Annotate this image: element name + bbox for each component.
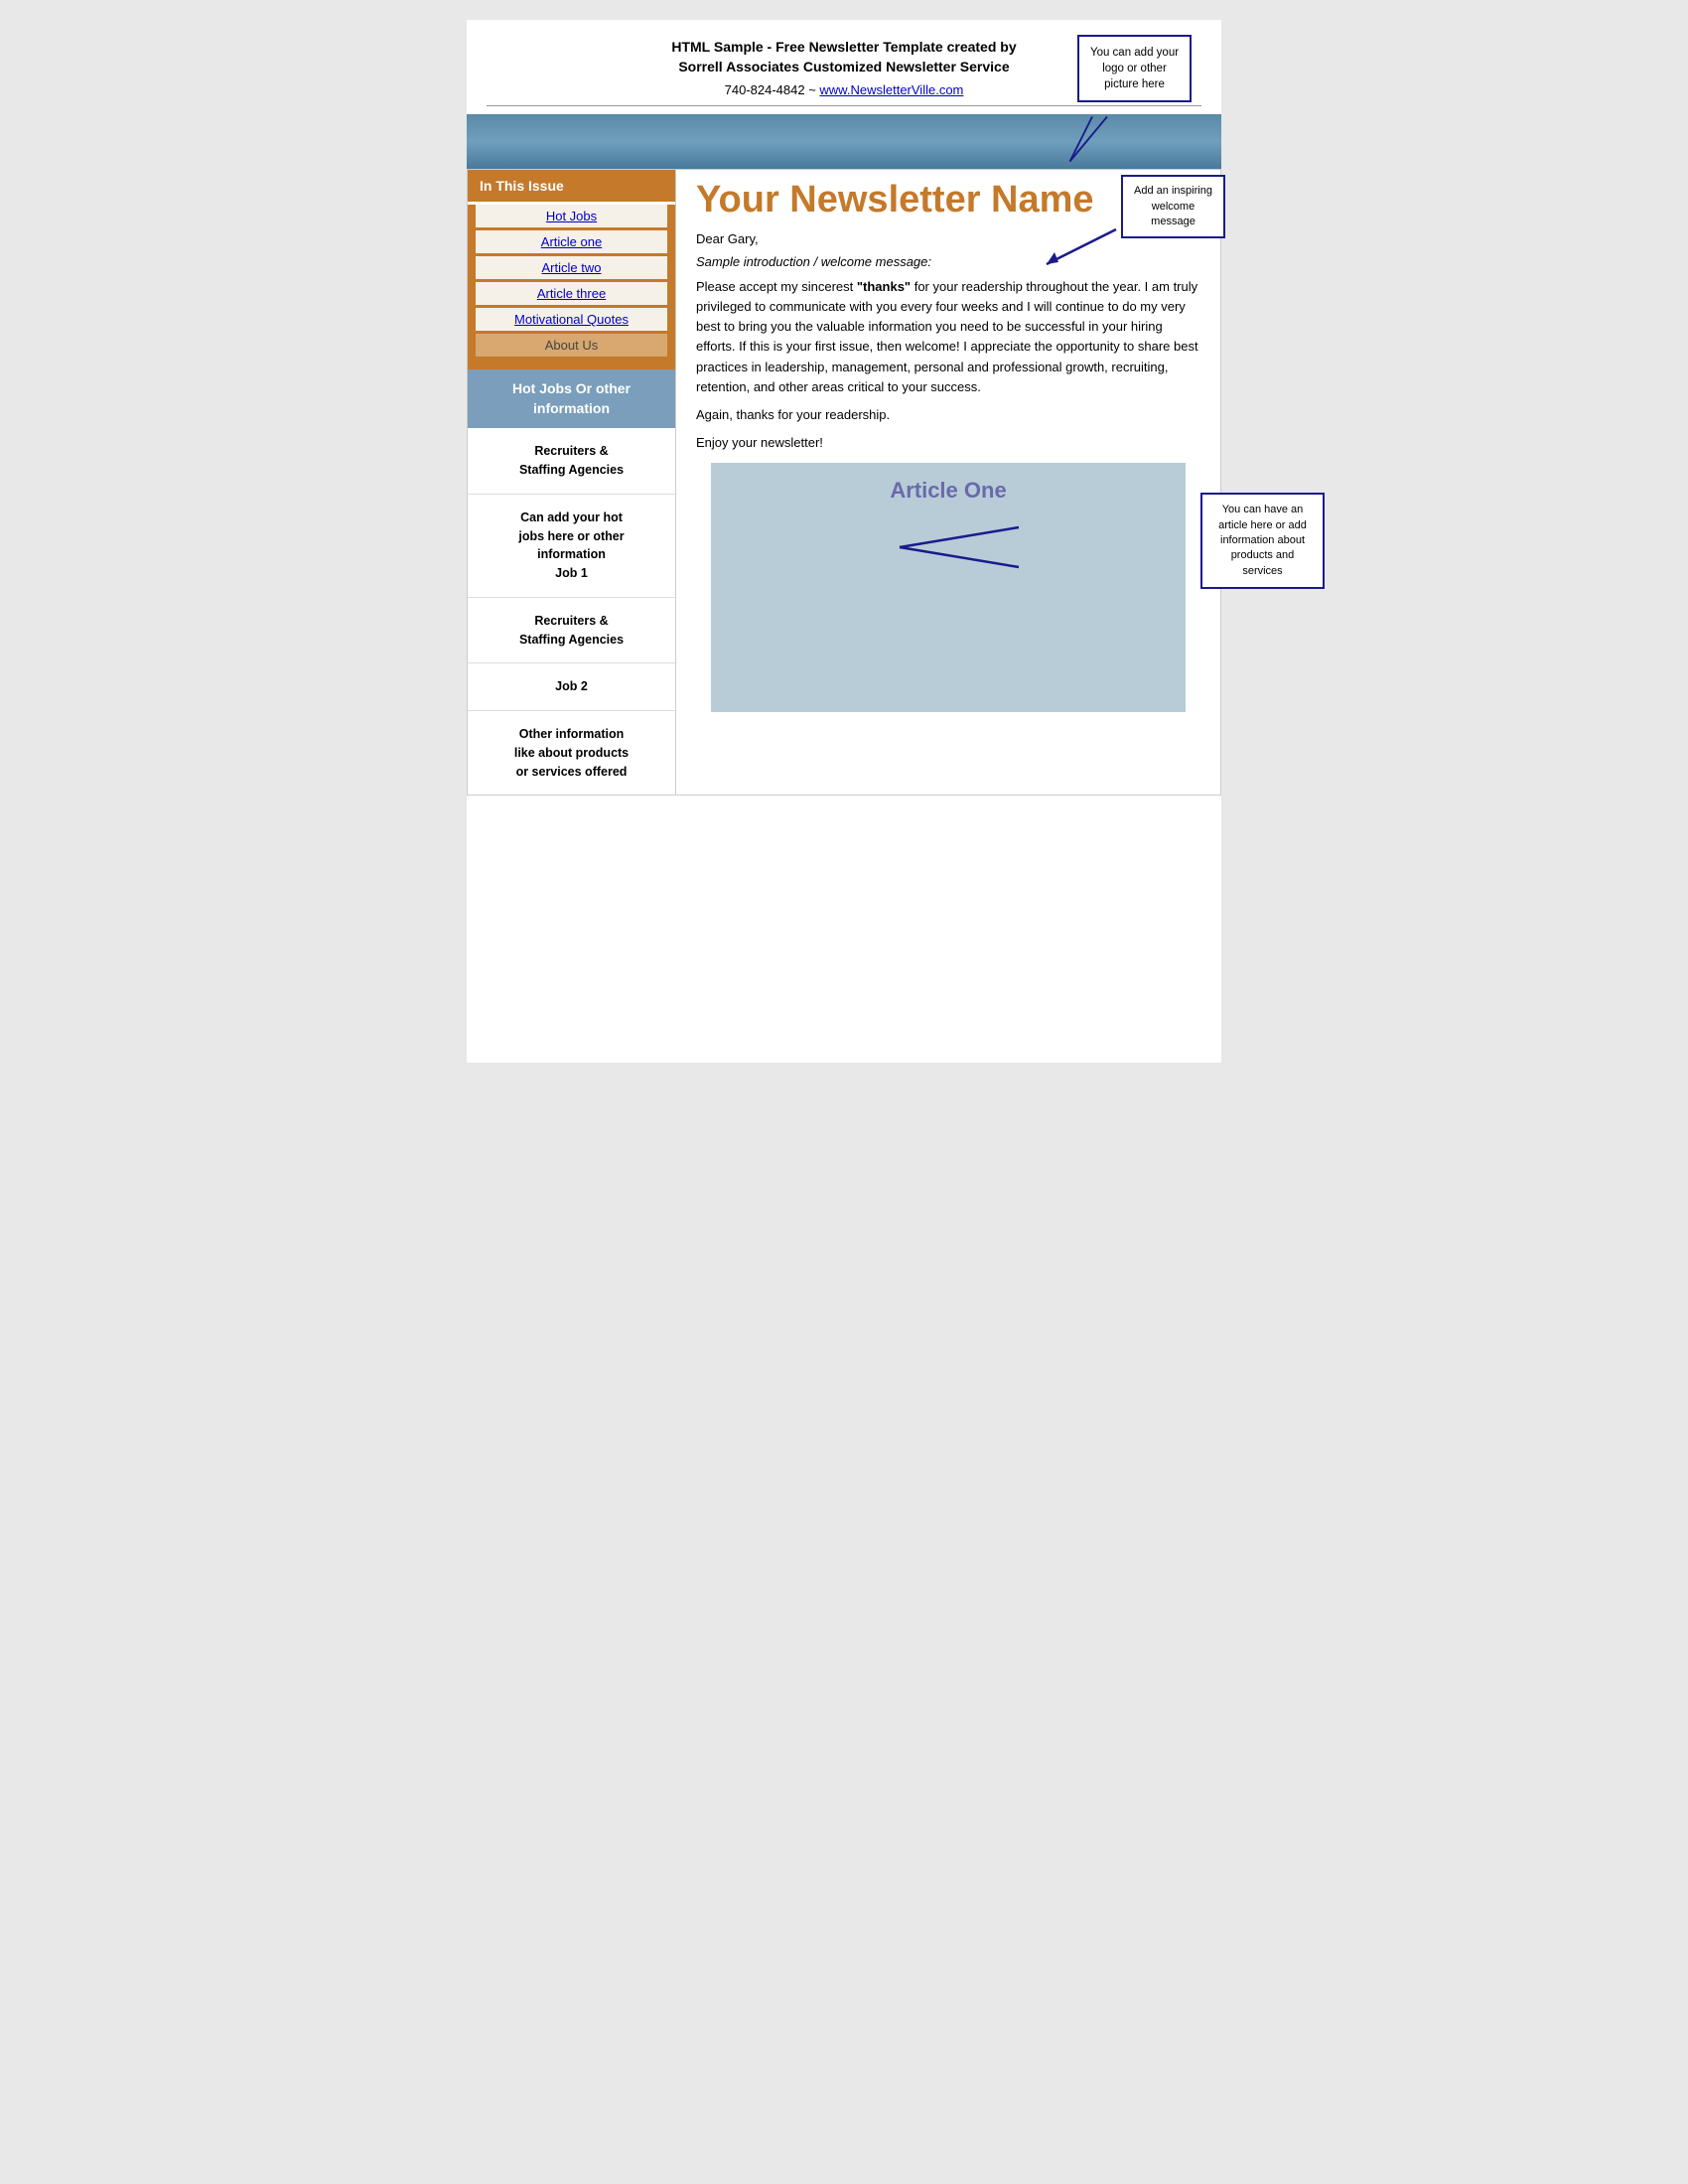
body-paragraph-3: Enjoy your newsletter! (696, 433, 1200, 453)
article-one-title: Article One (726, 478, 1171, 504)
article-info-box-text: You can have an article here or add info… (1218, 504, 1307, 577)
welcome-annotation-box: Add an inspiring welcome message (1121, 175, 1225, 238)
body-p1-before: Please accept my sincerest (696, 279, 857, 294)
header-area: HTML Sample - Free Newsletter Template c… (467, 20, 1221, 114)
logo-box-text: You can add your logo or other picture h… (1090, 47, 1179, 90)
sidebar-in-this-issue-heading: In This Issue (468, 170, 675, 202)
body-p1-bold: "thanks" (857, 279, 911, 294)
intro-area: Dear Gary, Sample introduction / welcome… (676, 226, 1220, 737)
article-one-section: Article One You can have an article here… (711, 463, 1186, 712)
main-content: In This Issue Hot Jobs Article one Artic… (467, 169, 1221, 796)
sidebar-item-article-three[interactable]: Article three (476, 282, 667, 305)
sidebar-recruiters-2: Recruiters &Staffing Agencies (468, 598, 675, 664)
sidebar: In This Issue Hot Jobs Article one Artic… (468, 170, 676, 795)
sidebar-recruiters-2-text: Recruiters &Staffing Agencies (478, 612, 665, 650)
sidebar-nav: Hot Jobs Article one Article two Article… (468, 205, 675, 369)
sidebar-item-about-us[interactable]: About Us (476, 334, 667, 357)
sidebar-hot-jobs-info-text: Can add your hotjobs here or otherinform… (478, 509, 665, 583)
sidebar-item-article-two[interactable]: Article two (476, 256, 667, 279)
welcome-arrow-icon (1037, 224, 1126, 274)
header-title-line2: Sorrell Associates Customized Newsletter… (678, 59, 1009, 74)
header-contact-text: 740-824-4842 ~ (725, 82, 820, 97)
header-divider (487, 105, 1201, 106)
sidebar-job2: Job 2 (468, 663, 675, 711)
newsletter-name-area: Your Newsletter Name Add an inspiring we… (676, 170, 1220, 226)
logo-arrow-icon (1053, 109, 1132, 169)
sidebar-hot-jobs-heading: Hot Jobs Or other information (468, 369, 675, 428)
article-info-annotation-box: You can have an article here or add info… (1200, 493, 1325, 589)
right-content: Your Newsletter Name Add an inspiring we… (676, 170, 1220, 795)
sidebar-hot-jobs-info: Can add your hotjobs here or otherinform… (468, 495, 675, 598)
welcome-box-text: Add an inspiring welcome message (1134, 185, 1212, 227)
header-website-link[interactable]: www.NewsletterVille.com (819, 82, 963, 97)
logo-annotation-box: You can add your logo or other picture h… (1077, 35, 1192, 102)
sidebar-other-info: Other informationlike about productsor s… (468, 711, 675, 795)
sidebar-item-motivational-quotes[interactable]: Motivational Quotes (476, 308, 667, 331)
article-arrow-icon (890, 517, 1049, 577)
sidebar-job2-text: Job 2 (478, 677, 665, 696)
sidebar-recruiters-1: Recruiters &Staffing Agencies (468, 428, 675, 495)
header-title-line1: HTML Sample - Free Newsletter Template c… (671, 39, 1016, 55)
body-p1-after: for your readership throughout the year.… (696, 279, 1198, 394)
sidebar-other-info-text: Other informationlike about productsor s… (478, 725, 665, 781)
sidebar-recruiters-1-text: Recruiters &Staffing Agencies (478, 442, 665, 480)
body-paragraph-1: Please accept my sincerest "thanks" for … (696, 277, 1200, 397)
body-paragraph-2: Again, thanks for your readership. (696, 405, 1200, 425)
page-wrapper: HTML Sample - Free Newsletter Template c… (467, 20, 1221, 1063)
sidebar-item-article-one[interactable]: Article one (476, 230, 667, 253)
sidebar-item-hot-jobs[interactable]: Hot Jobs (476, 205, 667, 227)
